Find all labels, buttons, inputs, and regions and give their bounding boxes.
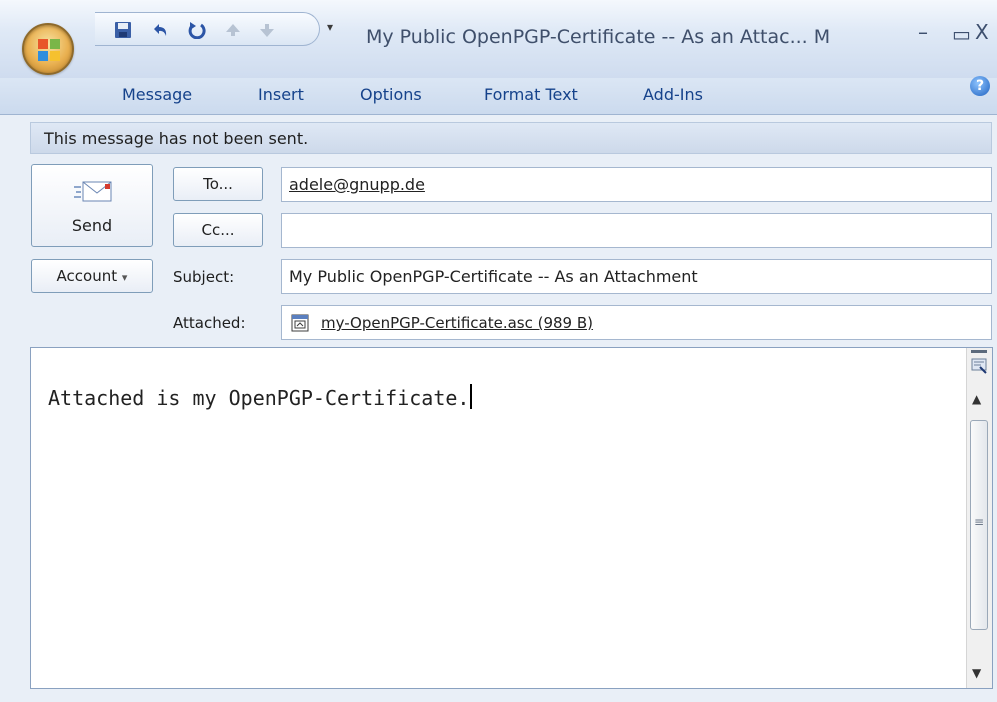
chevron-down-icon: ▾ — [121, 271, 128, 284]
tab-format-text[interactable]: Format Text — [484, 85, 578, 104]
close-button[interactable]: X — [975, 20, 989, 44]
split-handle[interactable] — [971, 350, 987, 353]
to-recipient[interactable]: adele@gnupp.de — [289, 175, 425, 194]
envelope-icon — [74, 181, 112, 202]
send-button[interactable]: Send — [31, 164, 153, 247]
arrow-up-icon[interactable] — [223, 21, 243, 39]
ruler-icon[interactable] — [971, 357, 988, 374]
qat-customize-icon[interactable]: ▾ — [327, 20, 333, 34]
subject-field[interactable]: My Public OpenPGP-Certificate -- As an A… — [281, 259, 992, 294]
tab-options[interactable]: Options — [360, 85, 422, 104]
message-body[interactable]: Attached is my OpenPGP-Certificate. ▲ ≡ … — [30, 347, 993, 689]
title-bar: ▾ My Public OpenPGP-Certificate -- As an… — [0, 0, 997, 79]
ribbon-tabs: Message Insert Options Format Text Add-I… — [0, 78, 997, 115]
file-icon — [291, 314, 309, 332]
to-field[interactable]: adele@gnupp.de — [281, 167, 992, 202]
vertical-scrollbar[interactable]: ▲ ≡ ▼ — [966, 348, 992, 688]
to-button[interactable]: To... — [173, 167, 263, 201]
office-button[interactable] — [22, 23, 74, 75]
cc-button[interactable]: Cc... — [173, 213, 263, 247]
office-logo-icon — [38, 39, 60, 61]
tab-insert[interactable]: Insert — [258, 85, 304, 104]
account-label: Account — [56, 267, 118, 285]
attachments-field[interactable]: my-OpenPGP-Certificate.asc (989 B) — [281, 305, 992, 340]
cc-field[interactable] — [281, 213, 992, 248]
tab-message[interactable]: Message — [122, 85, 192, 104]
info-bar: This message has not been sent. — [30, 122, 992, 154]
save-icon[interactable] — [113, 21, 133, 39]
attachment-link[interactable]: my-OpenPGP-Certificate.asc (989 B) — [321, 307, 593, 340]
help-icon[interactable]: ? — [970, 76, 990, 96]
undo-icon[interactable] — [150, 21, 170, 39]
tab-add-ins[interactable]: Add-Ins — [643, 85, 703, 104]
account-button[interactable]: Account ▾ — [31, 259, 153, 293]
message-body-text[interactable]: Attached is my OpenPGP-Certificate. — [48, 384, 473, 410]
attached-label: Attached: — [173, 314, 246, 332]
scroll-thumb[interactable]: ≡ — [970, 420, 988, 630]
grip-icon: ≡ — [974, 515, 985, 529]
minimize-button[interactable]: – — [918, 20, 928, 44]
maximize-button[interactable]: ▭ — [952, 22, 971, 46]
window-title: My Public OpenPGP-Certificate -- As an A… — [366, 26, 831, 48]
text-caret — [470, 384, 473, 409]
subject-label: Subject: — [173, 268, 235, 286]
arrow-down-icon[interactable] — [257, 21, 277, 39]
redo-icon[interactable] — [187, 21, 207, 39]
quick-access-toolbar — [95, 12, 320, 46]
scroll-down-icon[interactable]: ▼ — [972, 666, 981, 680]
scroll-up-icon[interactable]: ▲ — [972, 392, 981, 406]
send-label: Send — [71, 216, 113, 235]
